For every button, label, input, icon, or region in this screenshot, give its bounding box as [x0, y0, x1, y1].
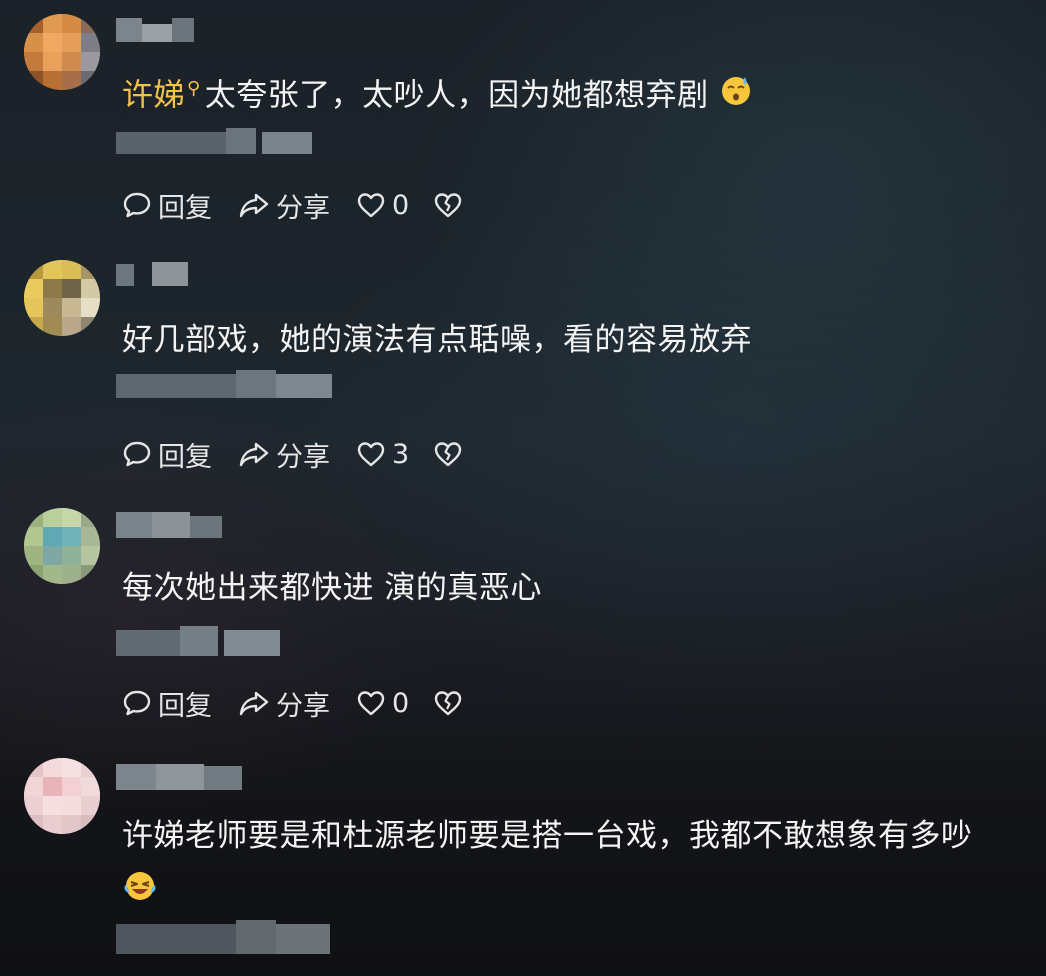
dislike-button[interactable] [433, 685, 463, 721]
like-count: 3 [392, 438, 410, 470]
comment-text: 许娣老师要是和杜源老师要是搭一台戏，我都不敢想象有多吵 [122, 816, 973, 856]
like-button[interactable]: 3 [356, 436, 409, 472]
reply-button[interactable]: 回复 [122, 187, 212, 224]
comment-text: 许娣 ⚲ 太夸张了，太吵人，因为她都想弃剧 [122, 75, 753, 121]
dislike-button[interactable] [433, 187, 463, 223]
comment-emoji-line [122, 870, 158, 916]
search-icon: ⚲ [187, 77, 201, 99]
comment-bubble-icon [123, 192, 151, 218]
timestamp-blurred [116, 624, 286, 658]
comment-item: 许娣老师要是和杜源老师要是搭一台戏，我都不敢想象有多吵 [0, 740, 1046, 976]
comment-actions: 回复 分享 3 [122, 436, 463, 473]
timestamp-blurred [116, 918, 336, 954]
comment-body: 许娣老师要是和杜源老师要是搭一台戏，我都不敢想象有多吵 [122, 818, 973, 854]
comment-actions: 回复 分享 0 [122, 187, 463, 224]
comment-text: 好几部戏，她的演法有点聒噪，看的容易放弃 [122, 320, 752, 360]
like-count: 0 [392, 189, 410, 221]
avatar[interactable] [24, 508, 100, 584]
comment-bubble-icon [123, 690, 151, 716]
reply-button[interactable]: 回复 [122, 685, 212, 722]
comment-item: 好几部戏，她的演法有点聒噪，看的容易放弃 回复 分享 3 [0, 240, 1046, 490]
cold-sweat-emoji [719, 73, 753, 117]
heart-icon [357, 442, 385, 467]
share-label: 分享 [276, 192, 330, 224]
crying-laughing-emoji [122, 868, 158, 914]
share-arrow-icon [239, 193, 269, 218]
username-blurred[interactable] [116, 510, 226, 538]
like-button[interactable]: 0 [356, 685, 409, 721]
reply-label: 回复 [158, 690, 212, 722]
share-arrow-icon [239, 691, 269, 716]
broken-heart-icon [434, 442, 462, 467]
broken-heart-icon [434, 691, 462, 716]
avatar[interactable] [24, 260, 100, 336]
timestamp-blurred [116, 124, 316, 158]
author-label[interactable]: 许娣 [122, 78, 185, 114]
comment-text: 每次她出来都快进 演的真恶心 [122, 568, 542, 608]
dislike-button[interactable] [433, 436, 463, 472]
avatar[interactable] [24, 14, 100, 90]
like-count: 0 [392, 687, 410, 719]
reply-label: 回复 [158, 441, 212, 473]
comment-bubble-icon [123, 441, 151, 467]
username-blurred[interactable] [116, 762, 246, 790]
broken-heart-icon [434, 193, 462, 218]
avatar[interactable] [24, 758, 100, 834]
comment-item: 每次她出来都快进 演的真恶心 回复 分享 0 [0, 490, 1046, 740]
share-label: 分享 [276, 441, 330, 473]
username-blurred[interactable] [116, 260, 196, 288]
comment-body: 好几部戏，她的演法有点聒噪，看的容易放弃 [122, 322, 752, 358]
timestamp-blurred [116, 366, 336, 400]
share-button[interactable]: 分享 [238, 436, 330, 473]
comment-body: 每次她出来都快进 演的真恶心 [122, 570, 542, 606]
like-button[interactable]: 0 [356, 187, 409, 223]
heart-icon [357, 193, 385, 218]
share-button[interactable]: 分享 [238, 187, 330, 224]
reply-label: 回复 [158, 192, 212, 224]
comment-body: 太夸张了，太吵人，因为她都想弃剧 [204, 77, 709, 114]
heart-icon [357, 691, 385, 716]
share-arrow-icon [239, 442, 269, 467]
share-label: 分享 [276, 690, 330, 722]
username-blurred[interactable] [116, 14, 196, 42]
comment-item: 许娣 ⚲ 太夸张了，太吵人，因为她都想弃剧 回复 分享 0 [0, 0, 1046, 240]
comment-actions: 回复 分享 0 [122, 685, 463, 722]
reply-button[interactable]: 回复 [122, 436, 212, 473]
share-button[interactable]: 分享 [238, 685, 330, 722]
